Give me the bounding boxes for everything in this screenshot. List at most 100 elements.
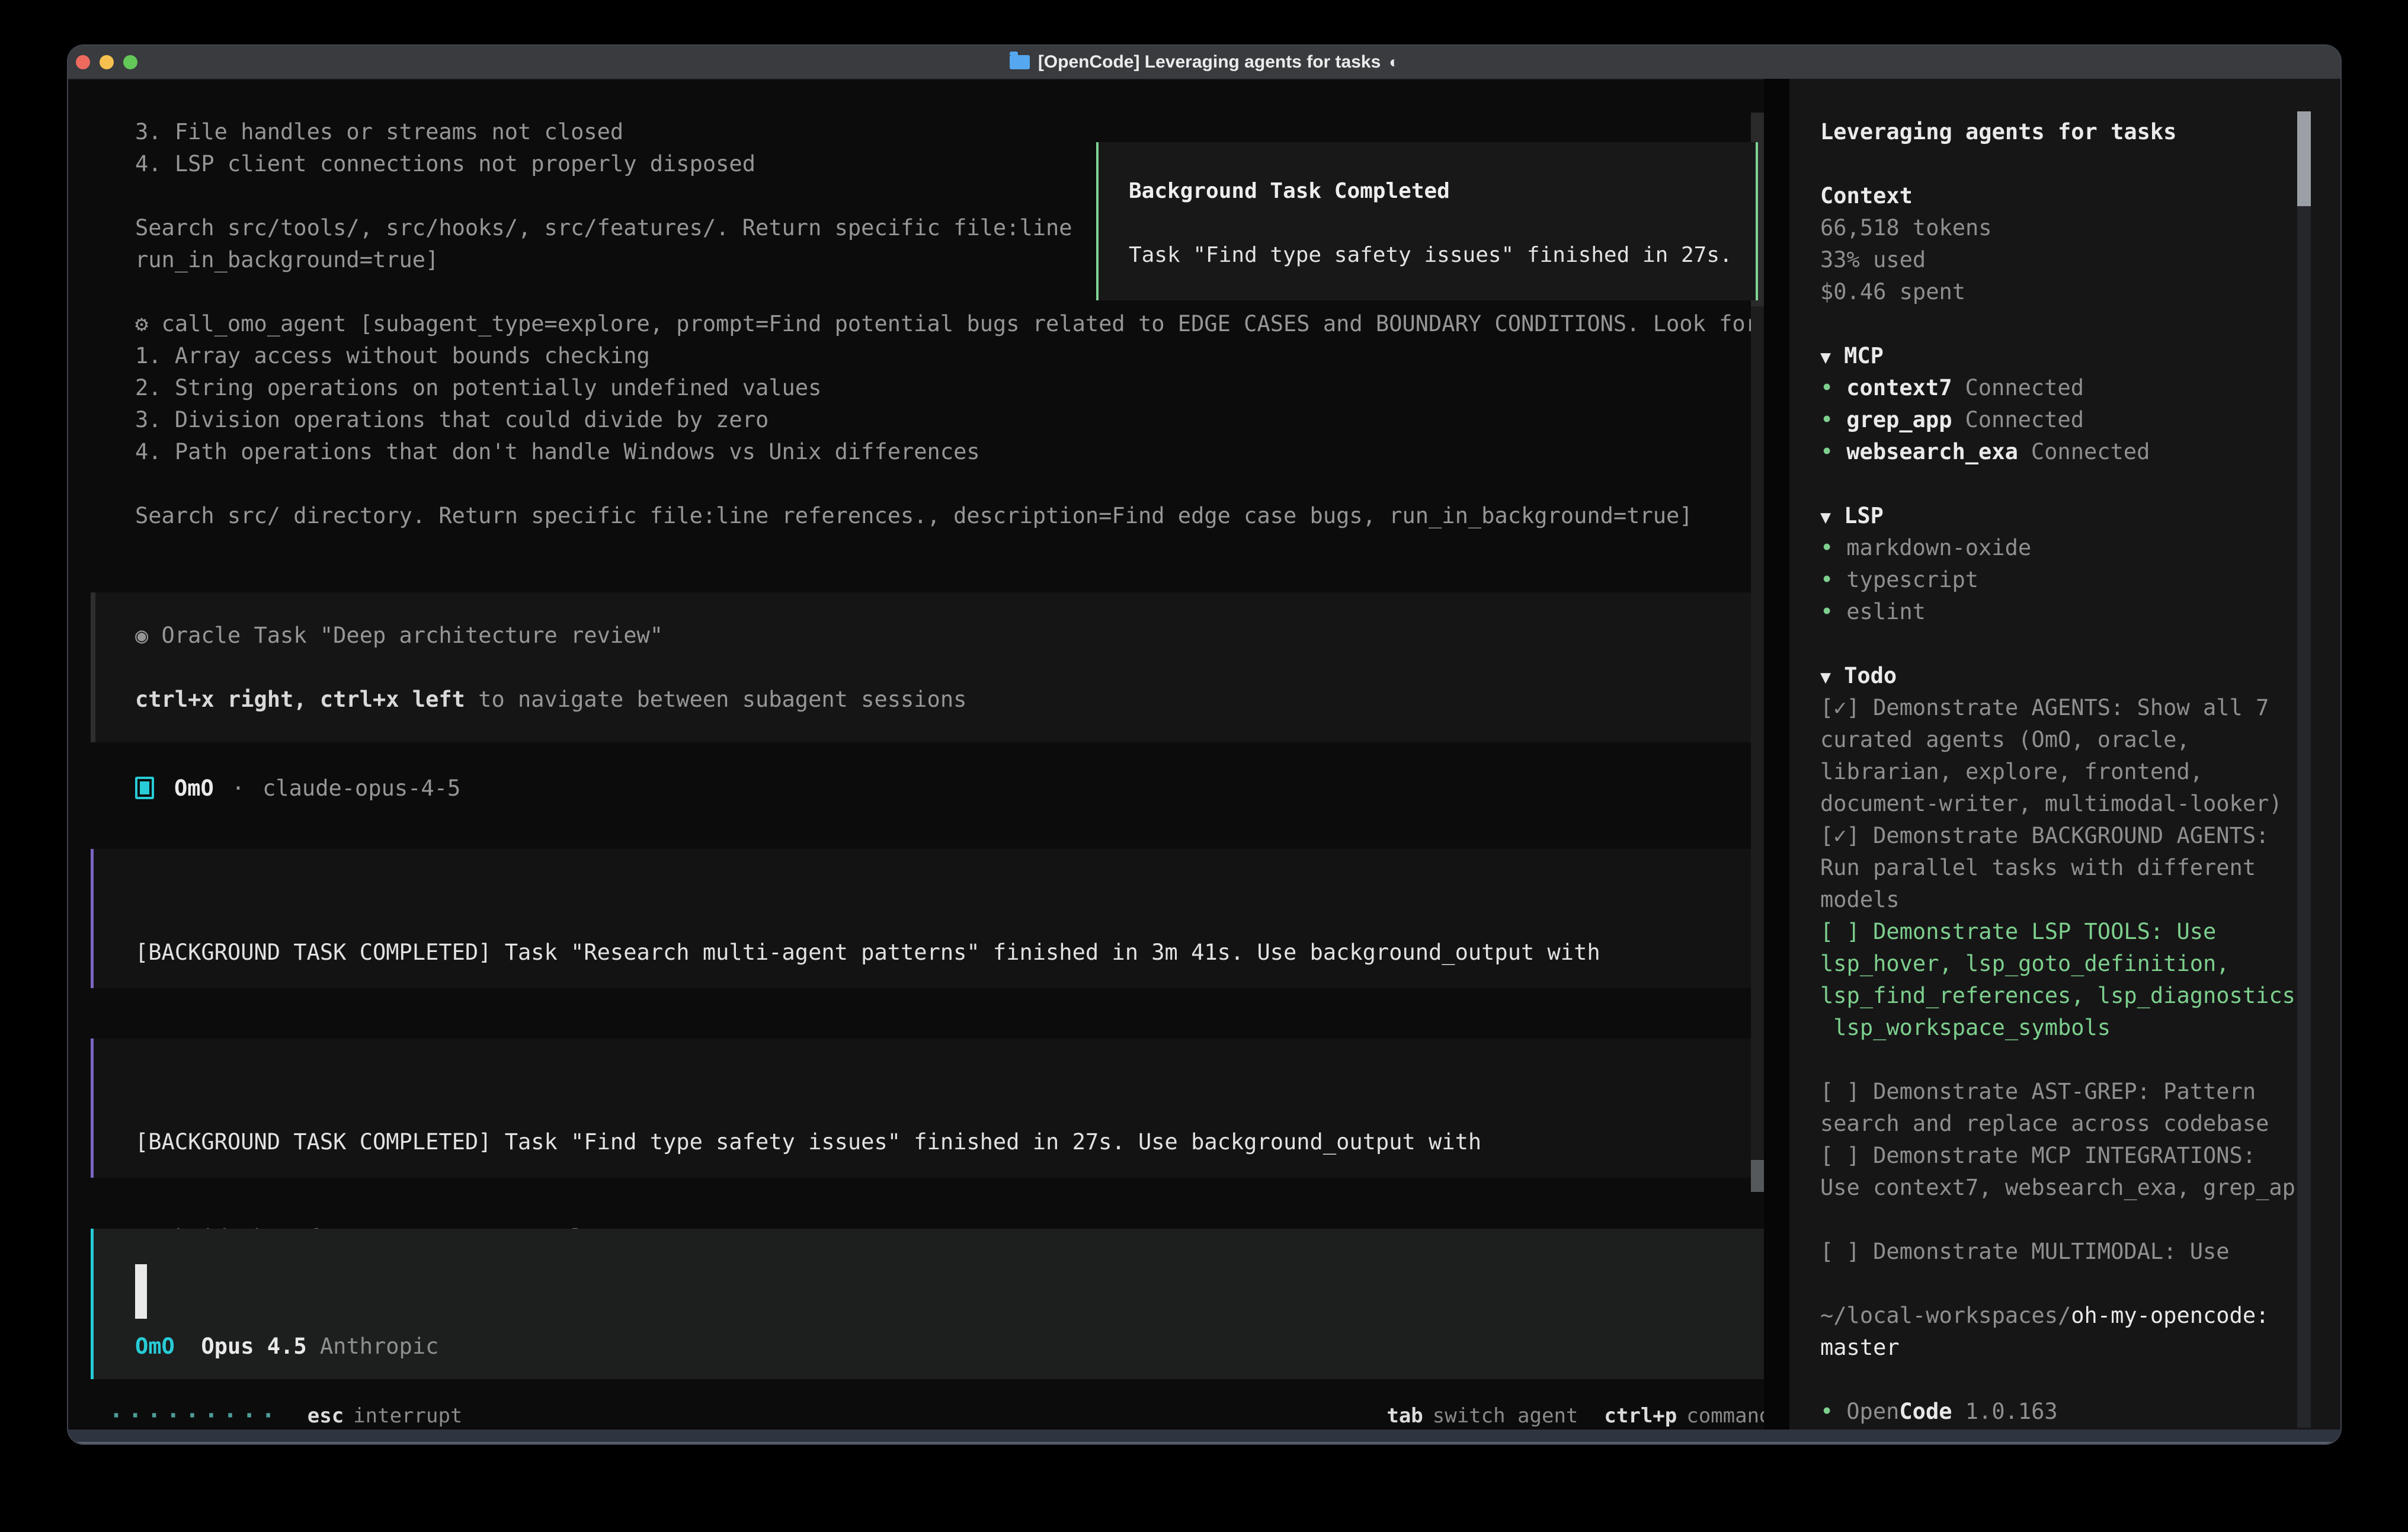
todo-line: Run parallel tasks with different <box>1820 852 2318 884</box>
input-model-name: Opus 4.5 <box>201 1334 306 1359</box>
status-dot-icon: • <box>1820 599 1833 624</box>
todo-line: search and replace across codebase <box>1820 1108 2318 1140</box>
status-dot-icon: • <box>1820 1399 1833 1424</box>
input-meta: OmO Opus 4.5 Anthropic <box>135 1331 1772 1363</box>
status-dot-icon: • <box>1820 407 1833 432</box>
oracle-hint-keys: ctrl+x right, ctrl+x left <box>135 687 465 712</box>
zoom-window-button[interactable] <box>123 55 137 69</box>
todo-heading: Todo <box>1844 663 1897 688</box>
mcp-status: Connected <box>1965 375 2084 400</box>
hint-label: switch agent <box>1433 1404 1578 1428</box>
mcp-item: • grep_app Connected <box>1820 404 2318 436</box>
key-hint: ctrl+pcommands <box>1604 1404 1783 1428</box>
agent-separator: · <box>232 775 245 801</box>
terminal-line <box>135 468 1772 500</box>
status-dot-icon: • <box>1820 439 1833 464</box>
lsp-name: typescript <box>1846 567 1978 592</box>
status-right-hints: tab switch agent ctrl+pcommands <box>1360 1404 1783 1428</box>
window-title-text: [OpenCode] Leveraging agents for tasks <box>1038 52 1381 72</box>
todo-line: curated agents (OmO, oracle, <box>1820 724 2318 756</box>
sidebar-scrollbar-track[interactable] <box>2297 111 2311 1428</box>
message-line: [BACKGROUND TASK COMPLETED] Task "Resear… <box>135 937 1772 969</box>
oracle-navigation-hint: ctrl+x right, ctrl+x left to navigate be… <box>135 684 1772 716</box>
message-line: [BACKGROUND TASK COMPLETED] Task "Find t… <box>135 1126 1772 1158</box>
context-stat: 33% used <box>1820 244 2318 276</box>
todo-line: lsp_find_references, lsp_diagnostics, <box>1820 980 2318 1012</box>
mcp-status: Connected <box>1965 407 2084 432</box>
mcp-name: grep_app <box>1846 407 1952 432</box>
agent-name: OmO <box>174 775 214 801</box>
todo-line <box>1820 1204 2318 1236</box>
todo-line: librarian, explore, frontend, <box>1820 756 2318 788</box>
background-task-toast: Background Task Completed Task "Find typ… <box>1096 142 1758 300</box>
oracle-task-panel: ◉ Oracle Task "Deep architecture review"… <box>91 592 1772 742</box>
status-dot-icon: • <box>1820 375 1833 400</box>
status-dot-icon: • <box>1820 535 1833 560</box>
terminal-line: Search src/ directory. Return specific f… <box>135 500 1772 532</box>
status-bar: ········· esc interrupt tabswitch agentc… <box>109 1403 1783 1429</box>
workspace-path-prefix: ~/local-workspaces/ <box>1820 1303 2071 1328</box>
todo-line: models <box>1820 884 2318 916</box>
agent-session-header[interactable]: OmO · claude-opus-4-5 <box>135 772 460 804</box>
activity-dots: ········· <box>109 1402 280 1430</box>
todo-line: [ ] Demonstrate MCP INTEGRATIONS: <box>1820 1140 2318 1172</box>
text-cursor <box>135 1264 147 1319</box>
title-bar: [OpenCode] Leveraging agents for tasks ◐ <box>68 46 2340 80</box>
mcp-item: • websearch_exa Connected <box>1820 436 2318 468</box>
sidebar-scrollbar-thumb[interactable] <box>2297 111 2311 206</box>
terminal-line: 1. Array access without bounds checking <box>135 340 1772 372</box>
toast-body: Task "Find type safety issues" finished … <box>1129 239 1756 271</box>
main-scrollbar-thumb[interactable] <box>1751 1160 1764 1192</box>
oracle-bullet-icon: ◉ <box>135 623 148 648</box>
context-stats: 66,518 tokens33% used$0.46 spent <box>1820 212 2318 308</box>
input-agent-name: OmO <box>135 1334 175 1359</box>
oracle-title-text: Oracle Task "Deep architecture review" <box>148 623 663 648</box>
workspace-path: ~/local-workspaces/oh-my-opencode: <box>1820 1300 2318 1332</box>
mcp-name: context7 <box>1846 375 1952 400</box>
todo-line: lsp_hover, lsp_goto_definition, <box>1820 948 2318 980</box>
todo-line <box>1820 1044 2318 1076</box>
context-stat: $0.46 spent <box>1820 276 2318 308</box>
lsp-item: • typescript <box>1820 564 2318 596</box>
mcp-heading: MCP <box>1844 343 1884 368</box>
folder-icon <box>1010 55 1030 69</box>
todo-list: [✓] Demonstrate AGENTS: Show all 7curate… <box>1820 692 2318 1268</box>
agent-icon <box>135 777 154 799</box>
todo-line: [✓] Demonstrate BACKGROUND AGENTS: <box>1820 820 2318 852</box>
hint-key: tab <box>1386 1404 1423 1428</box>
sidebar: Leveraging agents for tasks Context 66,5… <box>1789 79 2340 1430</box>
version-name-white: Code <box>1899 1399 1952 1424</box>
chevron-down-icon: ▼ <box>1820 347 1831 368</box>
todo-line: [ ] Demonstrate MULTIMODAL: Use <box>1820 1236 2318 1268</box>
mcp-section-header[interactable]: ▼ MCP <box>1820 340 2318 372</box>
window-title: [OpenCode] Leveraging agents for tasks ◐ <box>1010 52 1399 72</box>
todo-section-header[interactable]: ▼ Todo <box>1820 660 2318 692</box>
prompt-input[interactable]: OmO Opus 4.5 Anthropic <box>91 1229 1772 1379</box>
workspace-path-repo: oh-my-opencode: <box>2071 1303 2269 1328</box>
terminal-line: 2. String operations on potentially unde… <box>135 372 1772 404</box>
mcp-status: Connected <box>2031 439 2150 464</box>
lsp-item: •markdown-oxide <box>1820 532 2318 564</box>
close-window-button[interactable] <box>76 55 90 69</box>
mcp-name: websearch_exa <box>1846 439 2018 464</box>
app-window: [OpenCode] Leveraging agents for tasks ◐… <box>68 46 2340 1444</box>
window-bottom-edge <box>68 1430 2340 1444</box>
lsp-item: • eslint <box>1820 596 2318 628</box>
workspace-branch: master <box>1820 1332 2318 1364</box>
todo-line: [ ] Demonstrate AST-GREP: Pattern <box>1820 1076 2318 1108</box>
lsp-name: eslint <box>1846 599 1926 624</box>
version-line: •OpenCode 1.0.163 <box>1820 1396 2318 1428</box>
toast-title: Background Task Completed <box>1129 175 1756 207</box>
session-title: Leveraging agents for tasks <box>1820 116 2318 148</box>
interrupt-label: interrupt <box>353 1404 462 1428</box>
focus-mode-icon: ◐ <box>1389 53 1399 72</box>
todo-line: lsp_workspace_symbols <box>1820 1012 2318 1044</box>
minimize-window-button[interactable] <box>100 55 114 69</box>
mcp-item: • context7 Connected <box>1820 372 2318 404</box>
lsp-list: •markdown-oxide•typescript•eslint <box>1820 532 2318 628</box>
status-dot-icon: • <box>1820 567 1833 592</box>
todo-line: document-writer, multimodal-looker) <box>1820 788 2318 820</box>
chevron-down-icon: ▼ <box>1820 667 1831 688</box>
chevron-down-icon: ▼ <box>1820 507 1831 528</box>
lsp-section-header[interactable]: ▼LSP <box>1820 500 2318 532</box>
